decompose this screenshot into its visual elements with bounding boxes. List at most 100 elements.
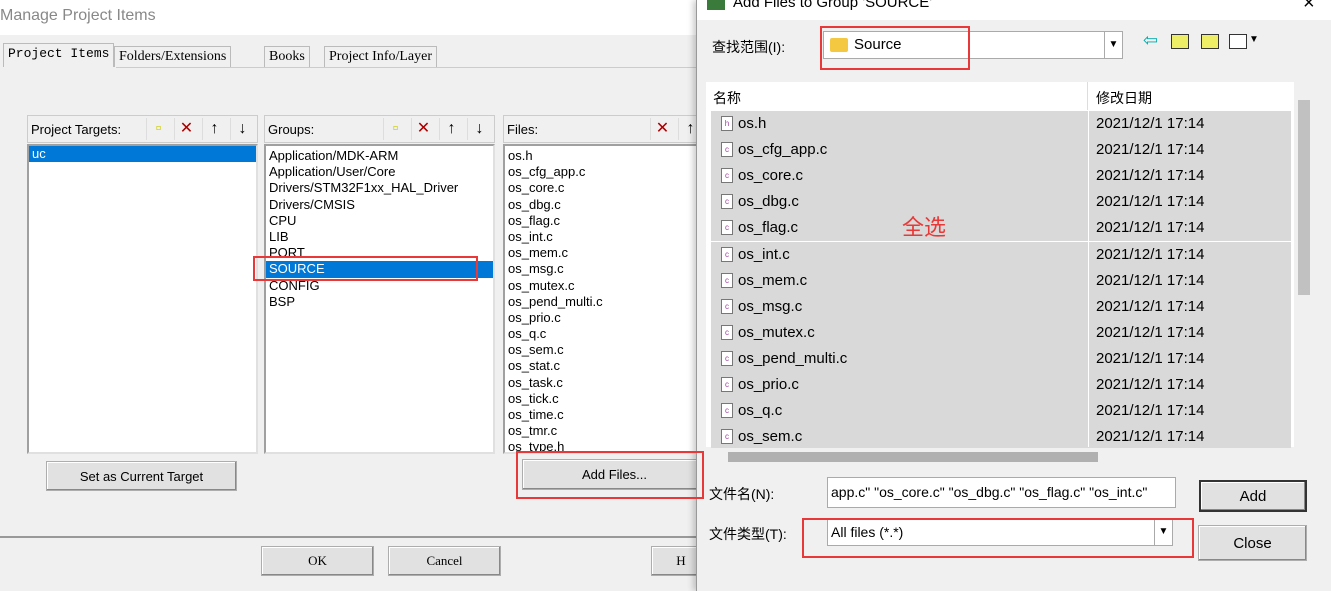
- list-item[interactable]: os_time.c: [505, 407, 701, 423]
- back-icon[interactable]: ⇦: [1143, 30, 1158, 51]
- groups-list[interactable]: Application/MDK-ARM Application/User/Core…: [264, 144, 495, 454]
- tab-folders-extensions[interactable]: Folders/Extensions: [114, 46, 232, 67]
- horizontal-scrollbar[interactable]: [728, 452, 1098, 462]
- view-menu-icon[interactable]: [1229, 34, 1247, 49]
- filetype-select[interactable]: All files (*.*) ▼: [827, 518, 1173, 546]
- tab-project-info-layer[interactable]: Project Info/Layer: [324, 46, 438, 67]
- file-row[interactable]: c os_q.c 2021/12/1 17:14: [711, 398, 1291, 425]
- list-item[interactable]: os_pend_multi.c: [505, 294, 701, 310]
- close-button[interactable]: Close: [1198, 525, 1307, 561]
- move-up-icon[interactable]: ↑: [439, 118, 463, 140]
- list-item[interactable]: Application/MDK-ARM: [266, 148, 493, 164]
- list-item[interactable]: os.h: [505, 148, 701, 164]
- chevron-down-icon[interactable]: ▼: [1154, 519, 1172, 545]
- app-icon: [707, 0, 725, 10]
- add-files-button[interactable]: Add Files...: [522, 459, 707, 490]
- list-item[interactable]: os_type.h: [505, 439, 701, 452]
- file-row[interactable]: c os_sem.c 2021/12/1 17:14: [711, 424, 1291, 449]
- file-row[interactable]: c os_mutex.c 2021/12/1 17:14: [711, 319, 1291, 346]
- up-folder-icon[interactable]: [1171, 34, 1189, 49]
- file-row[interactable]: c os_cfg_app.c 2021/12/1 17:14: [711, 137, 1291, 164]
- list-item[interactable]: SOURCE: [266, 261, 493, 278]
- delete-icon[interactable]: ✕: [650, 118, 674, 140]
- list-item[interactable]: BSP: [266, 294, 493, 310]
- column-divider: [1088, 110, 1089, 447]
- file-row[interactable]: c os_pend_multi.c 2021/12/1 17:14: [711, 345, 1291, 372]
- list-item[interactable]: os_flag.c: [505, 213, 701, 229]
- file-date: 2021/12/1 17:14: [1096, 271, 1205, 289]
- file-date: 2021/12/1 17:14: [1096, 349, 1205, 367]
- filename-input[interactable]: app.c" "os_core.c" "os_dbg.c" "os_flag.c…: [827, 477, 1176, 508]
- list-item[interactable]: CPU: [266, 213, 493, 229]
- list-item[interactable]: CONFIG: [266, 278, 493, 294]
- file-icon: c: [721, 246, 733, 262]
- file-icon: c: [721, 403, 733, 419]
- list-item[interactable]: os_dbg.c: [505, 197, 701, 213]
- scrollbar-thumb[interactable]: [1298, 100, 1310, 295]
- list-item[interactable]: os_stat.c: [505, 358, 701, 374]
- tab-project-items[interactable]: Project Items: [3, 43, 115, 67]
- file-name: os_flag.c: [738, 219, 799, 237]
- chevron-down-icon[interactable]: ▼: [1249, 34, 1259, 45]
- list-item[interactable]: os_q.c: [505, 326, 701, 342]
- file-icon: c: [721, 142, 733, 158]
- add-button[interactable]: Add: [1199, 480, 1307, 512]
- file-row[interactable]: c os_mem.c 2021/12/1 17:14: [711, 267, 1291, 294]
- file-row[interactable]: c os_core.c 2021/12/1 17:14: [711, 163, 1291, 190]
- list-item[interactable]: os_cfg_app.c: [505, 164, 701, 180]
- files-header: Files: ✕ ↑: [503, 115, 703, 143]
- list-item[interactable]: os_mem.c: [505, 245, 701, 261]
- file-icon: c: [721, 377, 733, 392]
- delete-icon[interactable]: ✕: [411, 118, 435, 140]
- set-as-current-target-button[interactable]: Set as Current Target: [46, 461, 237, 491]
- list-item[interactable]: os_core.c: [505, 180, 701, 196]
- delete-icon[interactable]: ✕: [174, 118, 198, 140]
- targets-header: Project Targets: ▫ ✕ ↑ ↓: [27, 115, 258, 143]
- file-row[interactable]: c os_flag.c 2021/12/1 17:14: [711, 215, 1291, 242]
- move-up-icon[interactable]: ↑: [202, 118, 226, 140]
- ok-button[interactable]: OK: [261, 546, 374, 576]
- chevron-down-icon[interactable]: ▼: [1104, 32, 1122, 58]
- file-row[interactable]: c os_prio.c 2021/12/1 17:14: [711, 372, 1291, 398]
- file-icon: h: [721, 116, 733, 131]
- new-folder-icon[interactable]: [1201, 34, 1219, 49]
- file-row[interactable]: c os_int.c 2021/12/1 17:14: [711, 241, 1291, 268]
- list-item[interactable]: Drivers/STM32F1xx_HAL_Driver: [266, 180, 493, 196]
- list-item[interactable]: os_task.c: [505, 375, 701, 391]
- file-row[interactable]: c os_dbg.c 2021/12/1 17:14: [711, 189, 1291, 216]
- file-row[interactable]: h os.h 2021/12/1 17:14: [711, 111, 1291, 137]
- list-item[interactable]: os_int.c: [505, 229, 701, 245]
- list-item[interactable]: os_tick.c: [505, 391, 701, 407]
- list-item[interactable]: os_msg.c: [505, 261, 701, 277]
- look-in-value: Source: [854, 36, 902, 53]
- list-item[interactable]: PORT: [266, 245, 493, 261]
- file-name: os_dbg.c: [738, 193, 799, 211]
- list-item[interactable]: LIB: [266, 229, 493, 245]
- list-item[interactable]: os_prio.c: [505, 310, 701, 326]
- file-date: 2021/12/1 17:14: [1096, 167, 1205, 185]
- list-item[interactable]: Drivers/CMSIS: [266, 197, 493, 213]
- tab-books[interactable]: Books: [264, 46, 310, 67]
- files-list[interactable]: os.h os_cfg_app.c os_core.c os_dbg.c os_flag…: [503, 144, 703, 454]
- look-in-combo[interactable]: Source ▼: [823, 31, 1123, 59]
- list-item[interactable]: os_sem.c: [505, 342, 701, 358]
- file-name: os_mem.c: [738, 271, 808, 289]
- tab-divider: [116, 67, 700, 68]
- column-header-name[interactable]: 名称: [706, 82, 1088, 110]
- vertical-scrollbar[interactable]: [1298, 100, 1312, 446]
- close-icon[interactable]: ×: [1303, 0, 1315, 15]
- file-icon: c: [721, 168, 733, 184]
- file-name: os_core.c: [738, 167, 804, 185]
- list-item[interactable]: os_tmr.c: [505, 423, 701, 439]
- file-row[interactable]: c os_msg.c 2021/12/1 17:14: [711, 293, 1291, 320]
- list-item[interactable]: os_mutex.c: [505, 278, 701, 294]
- new-group-icon[interactable]: ▫: [383, 118, 407, 140]
- column-header-date[interactable]: 修改日期: [1089, 82, 1294, 110]
- cancel-button[interactable]: Cancel: [388, 546, 501, 576]
- move-down-icon[interactable]: ↓: [467, 118, 491, 140]
- new-target-icon[interactable]: ▫: [146, 118, 170, 140]
- list-item[interactable]: Application/User/Core: [266, 164, 493, 180]
- list-item[interactable]: uc: [29, 146, 256, 163]
- move-down-icon[interactable]: ↓: [230, 118, 254, 140]
- targets-list[interactable]: uc: [27, 144, 258, 454]
